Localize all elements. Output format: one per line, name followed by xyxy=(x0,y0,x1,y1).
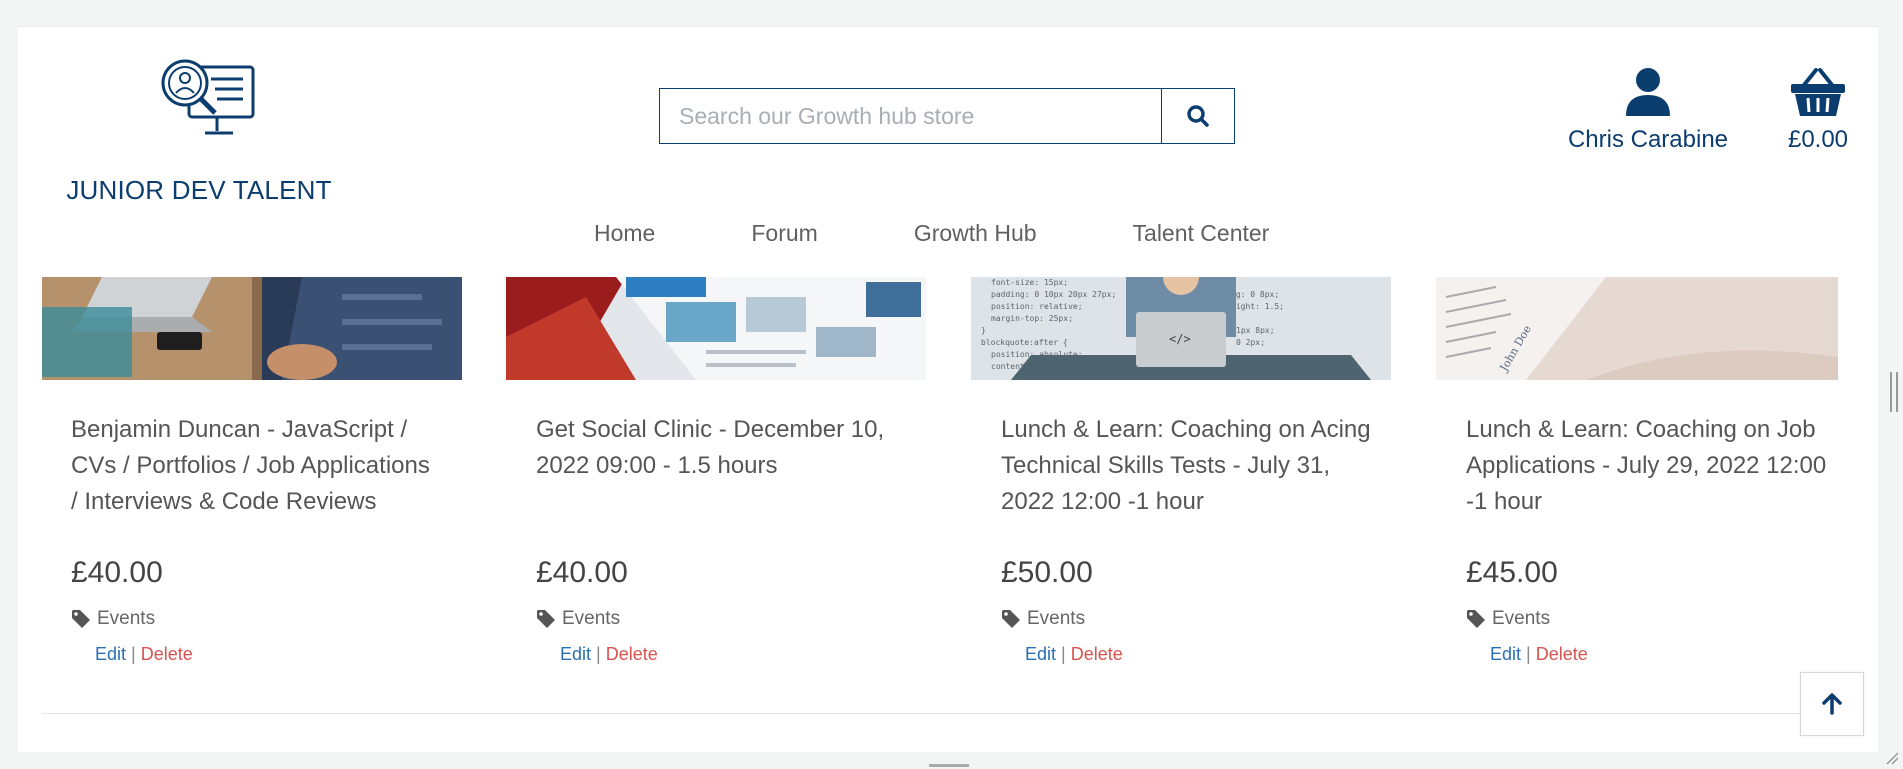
scrollbar-handle[interactable] xyxy=(1890,372,1898,412)
delete-link[interactable]: Delete xyxy=(1071,644,1123,664)
product-category[interactable]: Events xyxy=(1466,608,1836,630)
product-card: Benjamin Duncan - JavaScript / CVs / Por… xyxy=(71,412,441,665)
tag-icon xyxy=(537,610,555,628)
account-name: Chris Carabine xyxy=(1567,126,1729,153)
svg-text:padding: 0 10px 20px 27px;: padding: 0 10px 20px 27px; xyxy=(991,290,1116,299)
nav-home[interactable]: Home xyxy=(594,220,699,247)
svg-text:}: } xyxy=(981,326,986,335)
delete-link[interactable]: Delete xyxy=(141,644,193,664)
product-admin-actions: Edit | Delete xyxy=(71,644,441,665)
product-title[interactable]: Benjamin Duncan - JavaScript / CVs / Por… xyxy=(71,412,441,556)
svg-text:font-size: 15px;: font-size: 15px; xyxy=(991,278,1068,287)
search-form xyxy=(659,88,1235,144)
search-input[interactable] xyxy=(659,88,1162,144)
tag-icon xyxy=(1002,610,1020,628)
svg-text:eight: 1.5;: eight: 1.5; xyxy=(1231,302,1284,311)
search-button[interactable] xyxy=(1161,88,1235,144)
page-frame: JUNIOR DEV TALENT Chris Carabine £0.00 xyxy=(18,26,1878,752)
main-nav: Home Forum Growth Hub Talent Center xyxy=(594,220,1269,247)
edit-link[interactable]: Edit xyxy=(95,644,126,664)
brand-logo[interactable]: JUNIOR DEV TALENT xyxy=(64,57,334,207)
cart-link[interactable]: £0.00 xyxy=(1768,67,1868,154)
product-title[interactable]: Get Social Clinic - December 10, 2022 09… xyxy=(536,412,906,556)
svg-text:blockquote:after {: blockquote:after { xyxy=(981,338,1068,347)
arrow-up-icon xyxy=(1822,693,1842,715)
section-divider xyxy=(42,713,1838,714)
separator: | xyxy=(1061,644,1066,664)
product-image[interactable]: John Doe xyxy=(1436,277,1838,380)
product-price: £40.00 xyxy=(536,556,628,589)
edit-link[interactable]: Edit xyxy=(1490,644,1521,664)
product-admin-actions: Edit | Delete xyxy=(1001,644,1371,665)
category-label: Events xyxy=(562,608,621,629)
product-image[interactable] xyxy=(506,277,926,380)
product-category[interactable]: Events xyxy=(1001,608,1371,630)
separator: | xyxy=(1526,644,1531,664)
delete-link[interactable]: Delete xyxy=(606,644,658,664)
edit-link[interactable]: Edit xyxy=(1025,644,1056,664)
product-card: Get Social Clinic - December 10, 2022 09… xyxy=(536,412,906,665)
basket-icon xyxy=(1791,68,1845,116)
category-label: Events xyxy=(1492,608,1551,629)
svg-text:0 2px;: 0 2px; xyxy=(1236,338,1265,347)
product-card: Lunch & Learn: Coaching on Acing Technic… xyxy=(1001,412,1371,665)
product-admin-actions: Edit | Delete xyxy=(536,644,906,665)
nav-growth-hub[interactable]: Growth Hub xyxy=(914,220,1081,247)
product-price: £40.00 xyxy=(71,556,163,589)
svg-text:ng: 0 8px;: ng: 0 8px; xyxy=(1231,290,1279,299)
separator: | xyxy=(596,644,601,664)
category-label: Events xyxy=(97,608,156,629)
search-icon xyxy=(1187,105,1209,127)
svg-text:position: relative;: position: relative; xyxy=(991,302,1083,311)
edit-link[interactable]: Edit xyxy=(560,644,591,664)
my-account-link[interactable]: Chris Carabine xyxy=(1548,67,1748,154)
tag-icon xyxy=(72,610,90,628)
delete-link[interactable]: Delete xyxy=(1536,644,1588,664)
product-category[interactable]: Events xyxy=(536,608,906,630)
category-label: Events xyxy=(1027,608,1086,629)
tag-icon xyxy=(1467,610,1485,628)
product-image[interactable] xyxy=(42,277,462,380)
svg-text:</>: </> xyxy=(1169,332,1191,346)
product-title[interactable]: Lunch & Learn: Coaching on Acing Technic… xyxy=(1001,412,1371,556)
product-price: £45.00 xyxy=(1466,556,1558,589)
resize-grip-icon[interactable] xyxy=(1885,751,1899,765)
nav-forum[interactable]: Forum xyxy=(751,220,861,247)
product-price: £50.00 xyxy=(1001,556,1093,589)
product-title[interactable]: Lunch & Learn: Coaching on Job Applicati… xyxy=(1466,412,1836,556)
product-image[interactable]: font-size: 15px; padding: 0 10px 20px 27… xyxy=(971,277,1391,380)
brand-name: JUNIOR DEV TALENT xyxy=(66,175,332,205)
svg-text:margin-top: 25px;: margin-top: 25px; xyxy=(991,314,1073,323)
talent-search-icon xyxy=(161,59,255,135)
product-category[interactable]: Events xyxy=(71,608,441,630)
cart-total: £0.00 xyxy=(1787,126,1849,153)
separator: | xyxy=(131,644,136,664)
user-icon xyxy=(1626,68,1670,116)
nav-talent-center[interactable]: Talent Center xyxy=(1133,220,1270,247)
back-to-top-button[interactable] xyxy=(1800,672,1864,736)
resize-handle[interactable] xyxy=(929,764,969,767)
product-card: Lunch & Learn: Coaching on Job Applicati… xyxy=(1466,412,1836,665)
svg-text:1px 8px;: 1px 8px; xyxy=(1236,326,1275,335)
product-admin-actions: Edit | Delete xyxy=(1466,644,1836,665)
